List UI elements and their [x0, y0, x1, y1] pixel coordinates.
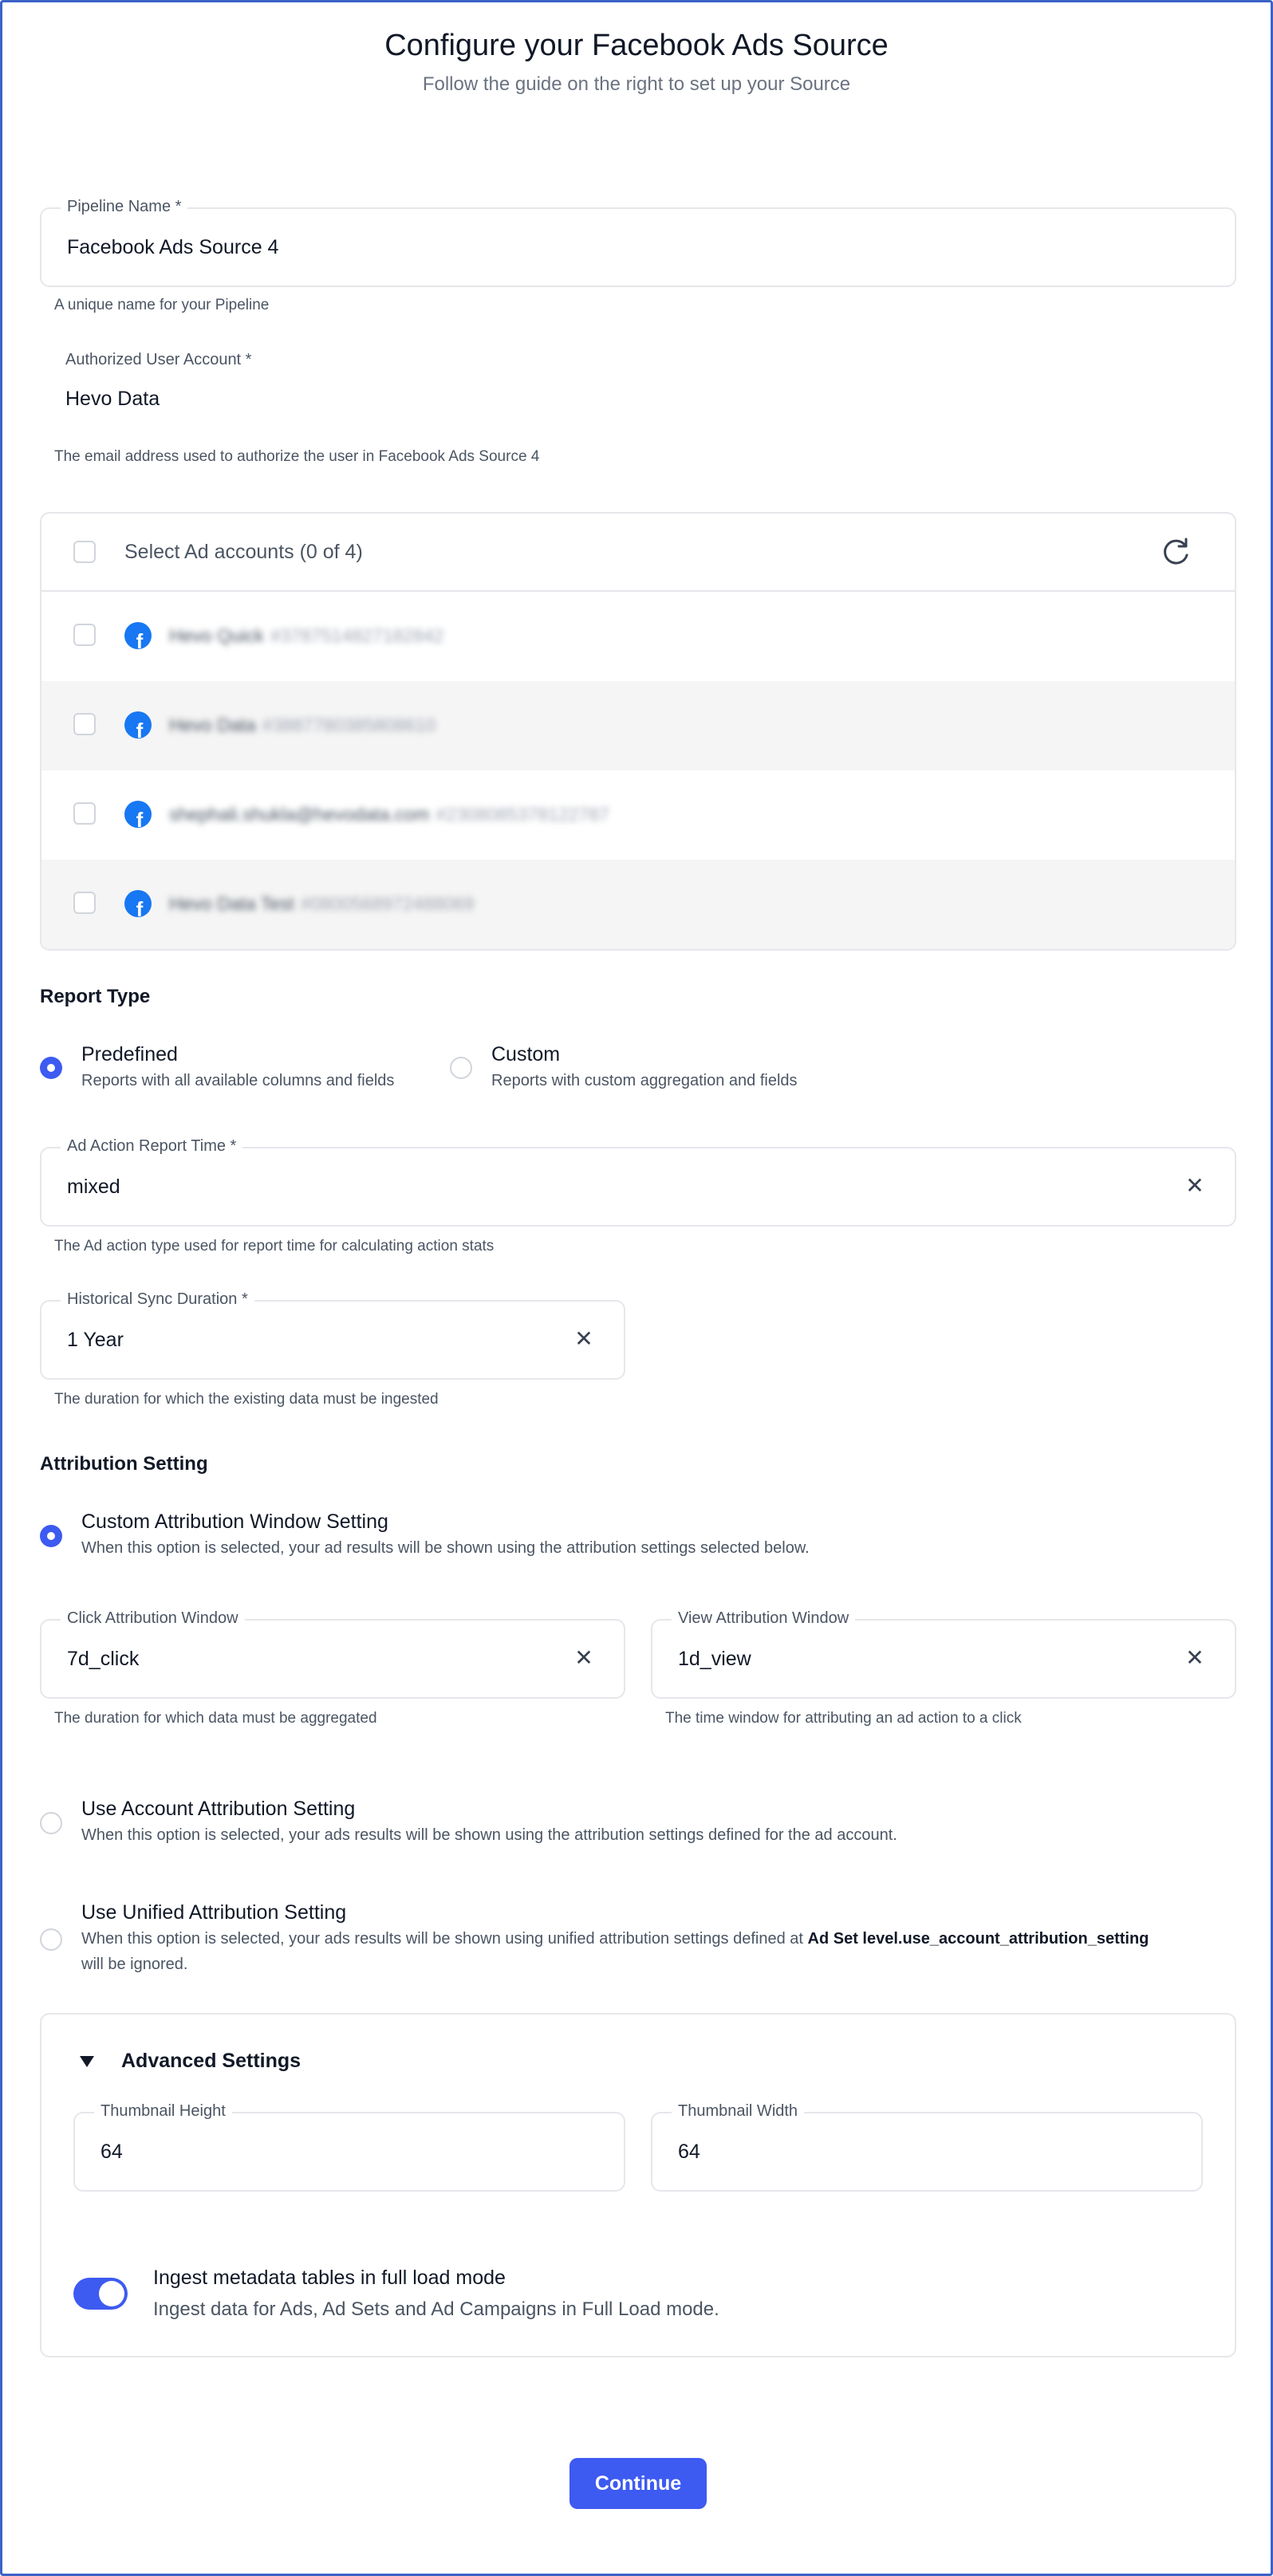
refresh-icon[interactable]	[1158, 534, 1193, 569]
click-attribution-help: The duration for which data must be aggr…	[54, 1710, 377, 1727]
view-attribution-select[interactable]: View Attribution Window 1d_view ✕	[651, 1609, 1236, 1699]
pipeline-name-value[interactable]: Facebook Ads Source 4	[67, 236, 278, 259]
ad-action-report-time-select[interactable]: Ad Action Report Time * mixed ✕	[40, 1137, 1236, 1227]
ad-account-row[interactable]: f shephali.shukla@hevodata.com #230808537…	[41, 770, 1235, 860]
ingest-metadata-toggle[interactable]	[73, 2278, 128, 2310]
facebook-icon: f	[124, 890, 152, 917]
ad-accounts-header: Select Ad accounts (0 of 4)	[41, 514, 1235, 592]
thumbnail-width-label: Thumbnail Width	[672, 2102, 805, 2121]
close-icon[interactable]: ✕	[571, 1325, 597, 1351]
ad-account-row[interactable]: f Hevo Data #3887780385808610	[41, 681, 1235, 770]
facebook-icon: f	[124, 801, 152, 828]
custom-attribution-title: Custom Attribution Window Setting	[81, 1511, 388, 1533]
custom-desc: Reports with custom aggregation and fiel…	[491, 1072, 798, 1089]
authorized-account-help: The email address used to authorize the …	[54, 448, 540, 465]
close-icon[interactable]: ✕	[1182, 1644, 1208, 1670]
facebook-icon: f	[124, 622, 152, 649]
caret-down-icon[interactable]	[80, 2056, 94, 2067]
predefined-radio[interactable]	[40, 1057, 62, 1079]
ad-action-report-time-label: Ad Action Report Time *	[61, 1137, 243, 1156]
account-attribution-desc: When this option is selected, your ads r…	[81, 1826, 897, 1844]
page-subtitle: Follow the guide on the right to set up …	[422, 73, 851, 95]
close-icon[interactable]: ✕	[1182, 1172, 1208, 1198]
authorized-account-label: Authorized User Account *	[65, 351, 252, 368]
unified-attribution-title: Use Unified Attribution Setting	[81, 1901, 347, 1924]
pipeline-name-field[interactable]: Pipeline Name * Facebook Ads Source 4	[40, 198, 1236, 287]
historical-sync-value: 1 Year	[67, 1329, 124, 1351]
ad-account-name: Hevo Data Test #0800568972488069	[169, 893, 475, 914]
ad-action-report-time-value: mixed	[67, 1176, 120, 1198]
ingest-metadata-desc: Ingest data for Ads, Ad Sets and Ad Camp…	[153, 2298, 719, 2320]
pipeline-name-help: A unique name for your Pipeline	[54, 297, 270, 313]
facebook-icon: f	[124, 711, 152, 739]
ad-account-row[interactable]: f Hevo Data Test #0800568972488069	[41, 860, 1235, 949]
thumbnail-height-value[interactable]: 64	[100, 2141, 123, 2164]
close-icon[interactable]: ✕	[571, 1644, 597, 1670]
advanced-settings-title[interactable]: Advanced Settings	[121, 2050, 301, 2073]
ad-action-report-time-help: The Ad action type used for report time …	[54, 1238, 495, 1255]
thumbnail-height-field[interactable]: Thumbnail Height 64	[73, 2102, 625, 2192]
custom-attribution-desc: When this option is selected, your ad re…	[81, 1539, 810, 1557]
view-attribution-value: 1d_view	[678, 1648, 751, 1670]
ad-account-name: Hevo Quick #3787514827182842	[169, 625, 444, 646]
ad-account-checkbox[interactable]	[73, 892, 96, 914]
custom-title: Custom	[491, 1043, 561, 1065]
select-all-checkbox[interactable]	[73, 541, 96, 563]
ad-account-name: Hevo Data #3887780385808610	[169, 715, 436, 735]
click-attribution-select[interactable]: Click Attribution Window 7d_click ✕	[40, 1609, 625, 1699]
custom-radio[interactable]	[450, 1057, 472, 1079]
historical-sync-select[interactable]: Historical Sync Duration * 1 Year ✕	[40, 1290, 625, 1380]
predefined-desc: Reports with all available columns and f…	[81, 1072, 395, 1089]
custom-attribution-radio[interactable]	[40, 1525, 62, 1547]
click-attribution-value: 7d_click	[67, 1648, 140, 1670]
historical-sync-help: The duration for which the existing data…	[54, 1391, 439, 1408]
authorized-account-value: Hevo Data	[65, 388, 160, 410]
thumbnail-width-field[interactable]: Thumbnail Width 64	[651, 2102, 1203, 2192]
unified-attribution-desc-cont: will be ignored.	[81, 1956, 188, 1973]
thumbnail-width-value[interactable]: 64	[678, 2141, 700, 2164]
unified-attribution-desc: When this option is selected, your ads r…	[81, 1930, 1149, 1948]
page-title: Configure your Facebook Ads Source	[384, 29, 889, 62]
ad-accounts-header-label: Select Ad accounts (0 of 4)	[124, 541, 363, 563]
ingest-metadata-title: Ingest metadata tables in full load mode	[153, 2267, 506, 2289]
unified-attribution-radio[interactable]	[40, 1928, 62, 1951]
account-attribution-title: Use Account Attribution Setting	[81, 1798, 356, 1820]
ad-account-row[interactable]: f Hevo Quick #3787514827182842	[41, 592, 1235, 681]
continue-button[interactable]: Continue	[570, 2458, 707, 2509]
historical-sync-label: Historical Sync Duration *	[61, 1290, 254, 1309]
ad-account-name: shephali.shukla@hevodata.com #23080853781…	[169, 804, 609, 825]
click-attribution-label: Click Attribution Window	[61, 1609, 245, 1628]
view-attribution-help: The time window for attributing an ad ac…	[665, 1710, 1022, 1727]
thumbnail-height-label: Thumbnail Height	[94, 2102, 232, 2121]
view-attribution-label: View Attribution Window	[672, 1609, 856, 1628]
attribution-heading: Attribution Setting	[40, 1453, 208, 1475]
ad-account-checkbox[interactable]	[73, 802, 96, 825]
pipeline-name-label: Pipeline Name *	[61, 198, 188, 216]
toggle-knob	[99, 2281, 124, 2306]
ad-account-checkbox[interactable]	[73, 713, 96, 735]
report-type-heading: Report Type	[40, 986, 151, 1007]
predefined-title: Predefined	[81, 1043, 178, 1065]
ad-accounts-list: Select Ad accounts (0 of 4) f Hevo Quick…	[40, 512, 1236, 951]
account-attribution-radio[interactable]	[40, 1812, 62, 1834]
ad-account-checkbox[interactable]	[73, 624, 96, 646]
